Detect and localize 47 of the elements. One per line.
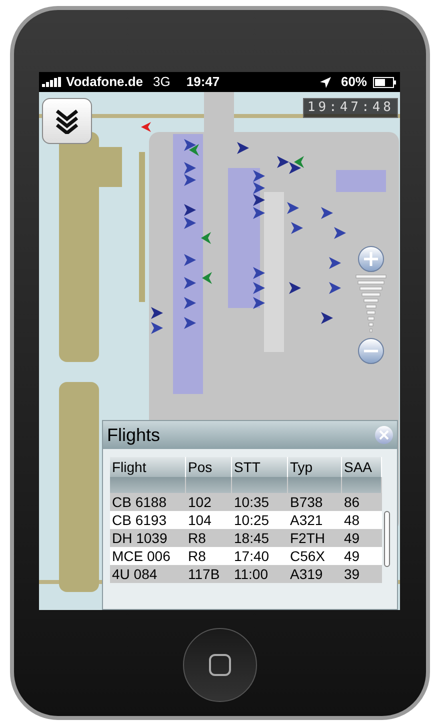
chevrons-down-icon bbox=[54, 108, 80, 134]
table-cell-text: 104 bbox=[187, 511, 212, 529]
table-cell-text: 18:45 bbox=[233, 529, 270, 547]
table-cell-text: 117B bbox=[187, 565, 221, 583]
clock-digits: 19:47:48 bbox=[307, 99, 394, 118]
battery-icon bbox=[373, 76, 397, 88]
table-cell-text: 17:40 bbox=[233, 547, 270, 565]
flight-row[interactable]: DH 1039 R8 18:45 F2TH 49 bbox=[110, 529, 382, 547]
table-cell-text: 102 bbox=[187, 493, 212, 511]
table-cell-text: A321 bbox=[289, 511, 324, 529]
table-cell-text: CB 6188 bbox=[111, 493, 168, 511]
table-cell-text: 49 bbox=[343, 529, 361, 547]
signal-icon bbox=[42, 77, 64, 87]
close-icon bbox=[379, 430, 389, 440]
flight-row[interactable]: CB 6188 102 10:35 B738 86 bbox=[110, 493, 382, 511]
table-cell-text: B738 bbox=[289, 493, 324, 511]
rounded-square-icon bbox=[208, 653, 232, 677]
network-type: 3G bbox=[153, 73, 170, 92]
panel-title: Flights bbox=[107, 424, 162, 447]
flight-row[interactable]: CB 6193 104 10:25 A321 48 bbox=[110, 511, 382, 529]
table-cell-text: 48 bbox=[343, 511, 361, 529]
table-cell-text: R8 bbox=[187, 529, 207, 547]
table-cell-text: DH 1039 bbox=[111, 529, 168, 547]
location-arrow-icon bbox=[320, 76, 331, 88]
table-cell-text: R8 bbox=[187, 547, 207, 565]
table-cell-text: 10:35 bbox=[233, 493, 270, 511]
table-cell-text: 10:25 bbox=[233, 511, 270, 529]
close-button[interactable] bbox=[375, 426, 393, 444]
carrier-name: Vodafone.de bbox=[66, 73, 144, 92]
battery-percentage: 60% bbox=[340, 73, 367, 92]
table-cell-text: 11:00 bbox=[233, 565, 269, 583]
table-cell-text: 49 bbox=[343, 547, 361, 565]
plus-icon bbox=[363, 251, 379, 267]
scrollbar-icon bbox=[384, 511, 390, 567]
table-cell-text: CB 6193 bbox=[111, 511, 168, 529]
table-cell-text: 86 bbox=[343, 493, 361, 511]
table-cell-text: MCE 006 bbox=[111, 547, 172, 565]
table-cell-text: A319 bbox=[289, 565, 324, 583]
flight-row[interactable]: 4U 084 117B 11:00 A319 39 bbox=[110, 565, 382, 583]
table-cell-text: 4U 084 bbox=[111, 565, 158, 583]
table-cell-text: C56X bbox=[289, 547, 326, 565]
status-time: 19:47 bbox=[186, 73, 220, 92]
menu-button[interactable] bbox=[42, 98, 92, 144]
minus-icon bbox=[363, 349, 379, 353]
table-cell-text: F2TH bbox=[289, 529, 326, 547]
flight-row[interactable]: MCE 006 R8 17:40 C56X 49 bbox=[110, 547, 382, 565]
table-cell-text: 39 bbox=[343, 565, 361, 583]
